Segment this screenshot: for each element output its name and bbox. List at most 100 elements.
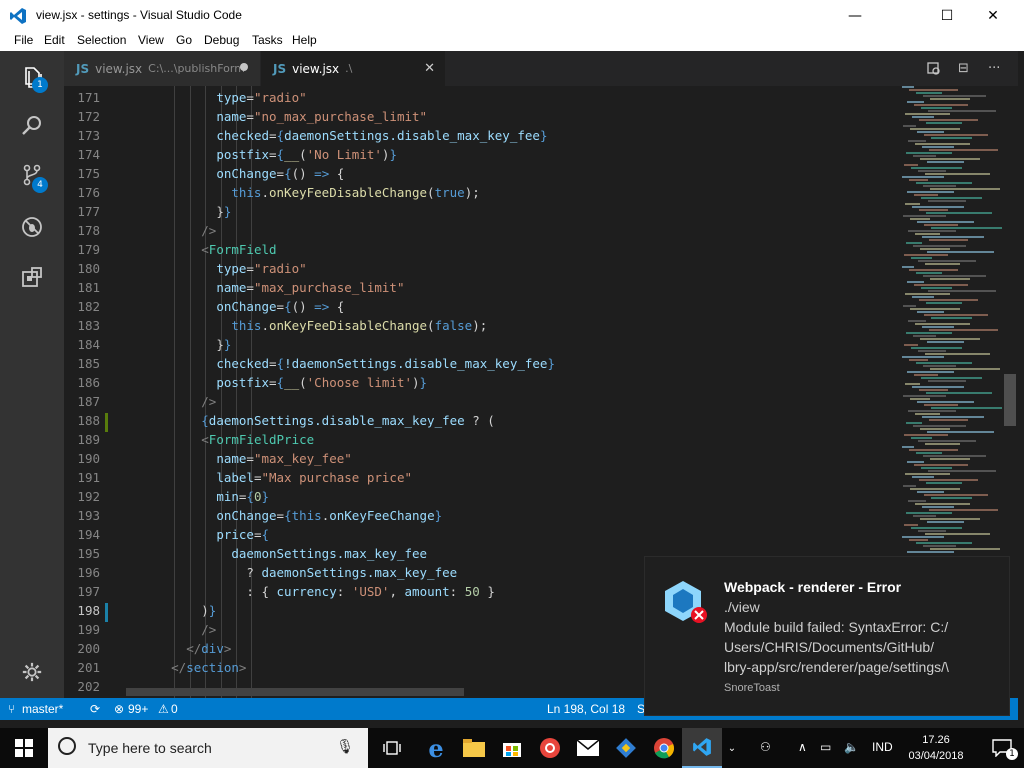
split-editor-button[interactable]: ⊟ (958, 51, 969, 86)
extensions-icon[interactable] (16, 261, 48, 293)
minimap-line (919, 119, 978, 121)
code-line[interactable]: }} (126, 337, 231, 352)
code-line[interactable]: onChange={() => { (126, 299, 344, 314)
code-line[interactable]: checked={daemonSettings.disable_max_key_… (126, 128, 547, 143)
people-icon[interactable]: ⚇ (760, 740, 771, 754)
tab-publishform-view[interactable]: JS view.jsx C:\...\publishForm (64, 51, 260, 86)
scrollbar-thumb[interactable] (1004, 374, 1016, 426)
code-line[interactable]: }} (126, 204, 231, 219)
horizontal-scrollbar[interactable] (126, 688, 464, 696)
minimap-line (925, 263, 960, 265)
menu-go[interactable]: Go (176, 33, 192, 47)
menu-tasks[interactable]: Tasks (252, 33, 283, 47)
taskbar-search-box[interactable]: Type here to search 🎙 (48, 728, 368, 768)
code-line[interactable]: price={ (126, 527, 269, 542)
minimap-line (925, 533, 990, 535)
code-line[interactable]: daemonSettings.max_key_fee (126, 546, 427, 561)
minimap[interactable] (902, 86, 1002, 556)
code-line[interactable]: name="max_key_fee" (126, 451, 351, 466)
microphone-icon[interactable]: 🎙 (336, 739, 354, 755)
debug-icon[interactable] (16, 211, 48, 243)
code-line[interactable]: name="max_purchase_limit" (126, 280, 404, 295)
tab-settings-view[interactable]: JS view.jsx .\ ✕ (261, 51, 445, 86)
code-line[interactable]: ? daemonSettings.max_key_fee (126, 565, 457, 580)
minimap-line (928, 200, 966, 202)
menu-help[interactable]: Help (292, 33, 317, 47)
code-line[interactable]: this.onKeyFeeDisableChange(false); (126, 318, 487, 333)
minimap-line (904, 344, 918, 346)
code-line[interactable]: : { currency: 'USD', amount: 50 } (126, 584, 494, 599)
code-line[interactable]: postfix={__('Choose limit')} (126, 375, 427, 390)
volume-icon[interactable]: 🔈 (844, 740, 859, 754)
cursor-position[interactable]: Ln 198, Col 18 (547, 702, 625, 716)
maximize-button[interactable]: ☐ (924, 0, 970, 31)
code-line[interactable]: </section> (126, 660, 246, 675)
code-line[interactable]: name="no_max_purchase_limit" (126, 109, 427, 124)
toast-notification[interactable]: Webpack - renderer - Error ./view Module… (644, 556, 1010, 716)
code-line[interactable]: <FormFieldPrice (126, 432, 314, 447)
more-actions-button[interactable]: ··· (988, 51, 1000, 86)
chrome-icon[interactable] (644, 728, 684, 768)
close-window-button[interactable]: ✕ (970, 0, 1016, 31)
file-explorer-icon[interactable] (454, 728, 494, 768)
code-line[interactable]: type="radio" (126, 261, 306, 276)
close-tab-icon[interactable]: ✕ (424, 61, 435, 76)
menu-edit[interactable]: Edit (44, 33, 65, 47)
git-app-icon[interactable] (606, 728, 646, 768)
minimap-line (912, 386, 964, 388)
sync-icon[interactable]: ⟳ (90, 702, 100, 716)
minimize-button[interactable]: — (832, 0, 878, 31)
minimap-line (911, 167, 962, 169)
minimap-line (910, 308, 960, 310)
code-line[interactable]: min={0} (126, 489, 269, 504)
minimap-line (902, 86, 914, 88)
minimap-line (907, 281, 924, 283)
minimap-line (927, 521, 964, 523)
code-line[interactable]: </div> (126, 641, 231, 656)
code-line[interactable]: postfix={__('No Limit')} (126, 147, 397, 162)
unsaved-dot-icon[interactable] (240, 63, 248, 71)
explorer-icon[interactable]: 1 (16, 61, 48, 93)
minimap-line (930, 98, 970, 100)
tray-expand-icon[interactable]: ∧ (798, 740, 807, 754)
code-line[interactable]: label="Max purchase price" (126, 470, 412, 485)
code-line[interactable]: onChange={this.onKeyFeeChange} (126, 508, 442, 523)
search-icon[interactable] (16, 109, 48, 141)
menu-debug[interactable]: Debug (204, 33, 239, 47)
error-count[interactable]: 99+ (128, 702, 148, 716)
vscode-taskbar-icon[interactable] (682, 728, 722, 768)
code-line[interactable]: /> (126, 223, 216, 238)
minimap-line (921, 197, 982, 199)
windows-start-icon[interactable] (4, 728, 44, 768)
action-center-icon[interactable]: 1 (982, 728, 1022, 768)
minimap-line (921, 377, 982, 379)
edge-browser-icon[interactable]: e (416, 728, 456, 768)
code-line[interactable]: checked={!daemonSettings.disable_max_key… (126, 356, 555, 371)
code-line[interactable]: /> (126, 622, 216, 637)
photo-app-icon[interactable] (530, 728, 570, 768)
warning-count[interactable]: 0 (171, 702, 178, 716)
system-clock[interactable]: 17.26 03/04/2018 (906, 732, 966, 764)
code-line[interactable]: this.onKeyFeeDisableChange(true); (126, 185, 479, 200)
menu-file[interactable]: File (14, 33, 33, 47)
menu-view[interactable]: View (138, 33, 164, 47)
task-view-icon[interactable] (372, 728, 412, 768)
source-control-icon[interactable]: 4 (16, 159, 48, 193)
menu-selection[interactable]: Selection (77, 33, 126, 47)
code-line[interactable]: {daemonSettings.disable_max_key_fee ? ( (126, 413, 495, 428)
network-icon[interactable]: ▭ (820, 740, 831, 754)
code-line[interactable]: )} (126, 603, 216, 618)
settings-gear-icon[interactable] (16, 656, 48, 688)
code-line[interactable]: /> (126, 394, 216, 409)
open-changes-icon[interactable] (926, 51, 942, 86)
input-language[interactable]: IND (872, 740, 893, 754)
branch-name[interactable]: master* (22, 702, 63, 716)
store-icon[interactable] (492, 728, 532, 768)
code-line[interactable]: onChange={() => { (126, 166, 344, 181)
taskbar-overflow-icon[interactable]: ⌄ (720, 728, 744, 768)
code-line[interactable]: type="radio" (126, 90, 306, 105)
minimap-line (927, 251, 994, 253)
mail-icon[interactable] (568, 728, 608, 768)
code-line[interactable]: <FormField (126, 242, 276, 257)
minimap-line (929, 149, 998, 151)
